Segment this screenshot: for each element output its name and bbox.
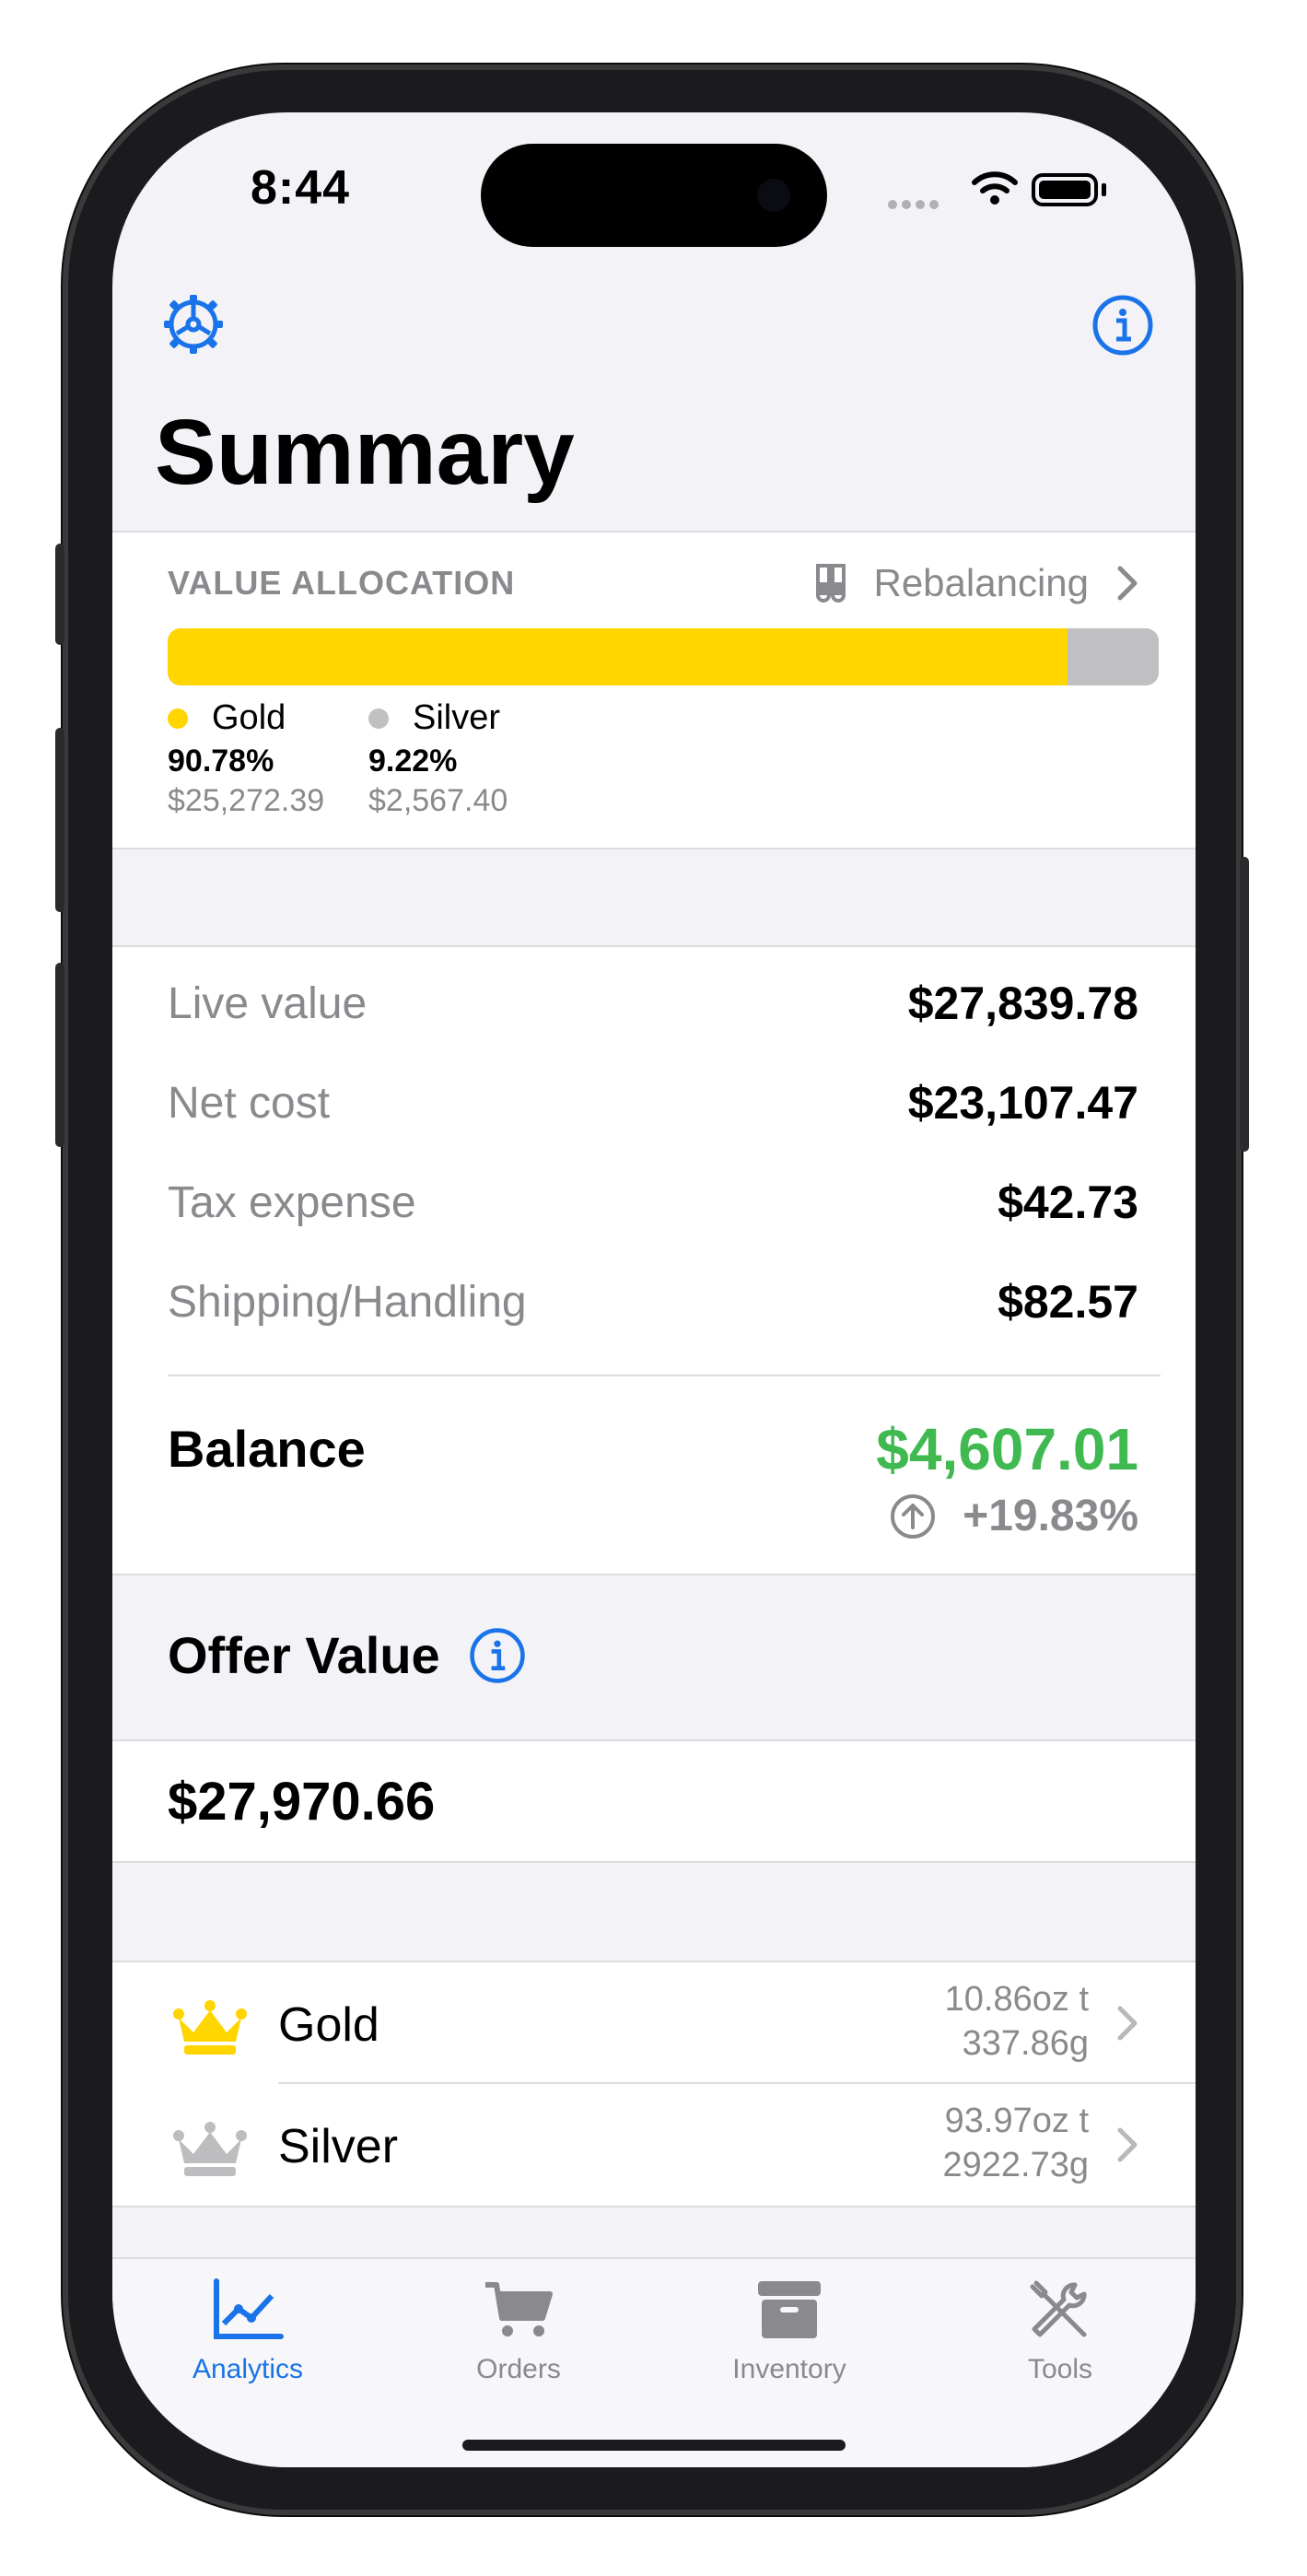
chevron-right-icon bbox=[1117, 2006, 1138, 2041]
balance-percent: +19.83% bbox=[963, 1492, 1138, 1540]
metal-name: Gold bbox=[278, 1998, 379, 2052]
status-time: 8:44 bbox=[251, 161, 351, 215]
volume-down-button bbox=[55, 963, 64, 1147]
legend-gold: Gold 90.78% $25,272.39 bbox=[168, 698, 324, 819]
action-button bbox=[55, 544, 64, 645]
tab-label: Analytics bbox=[192, 2354, 304, 2384]
offer-value-amount: $27,970.66 bbox=[168, 1772, 436, 1832]
rebalancing-label: Rebalancing bbox=[873, 561, 1089, 604]
list-item-silver[interactable]: Silver 93.97oz t 2922.73g bbox=[112, 2084, 1196, 2204]
tab-orders[interactable]: Orders bbox=[383, 2277, 654, 2385]
tab-inventory[interactable]: Inventory bbox=[654, 2277, 925, 2385]
volume-up-button bbox=[55, 728, 64, 912]
metal-grams: 337.86g bbox=[962, 2024, 1089, 2063]
legend-value: $25,272.39 bbox=[168, 783, 325, 818]
tax-expense-value: $42.73 bbox=[998, 1177, 1138, 1228]
tab-tools[interactable]: Tools bbox=[925, 2277, 1196, 2385]
cellular-icon bbox=[888, 197, 943, 214]
cart-icon bbox=[485, 2282, 553, 2336]
tab-label: Tools bbox=[1027, 2354, 1093, 2384]
offer-info-icon[interactable] bbox=[468, 1626, 527, 1685]
chevron-right-icon bbox=[1117, 2127, 1138, 2162]
balance-label: Balance bbox=[168, 1420, 366, 1478]
offer-value-card: $27,970.66 bbox=[112, 1739, 1196, 1863]
balance-change: +19.83% bbox=[889, 1491, 1138, 1541]
section-label: VALUE ALLOCATION bbox=[168, 564, 516, 602]
tab-label: Orders bbox=[476, 2354, 561, 2384]
metals-list: Gold 10.86oz t 337.86g Silver 93.97oz t … bbox=[112, 1961, 1196, 2207]
divider bbox=[168, 1375, 1161, 1376]
legend-name: Gold bbox=[212, 698, 286, 737]
metal-oz: 93.97oz t bbox=[944, 2102, 1089, 2140]
allocation-segment-gold bbox=[168, 628, 1068, 685]
chart-line-icon bbox=[214, 2278, 284, 2339]
test-tubes-icon bbox=[816, 564, 846, 603]
legend-percent: 9.22% bbox=[368, 744, 458, 779]
live-value-label: Live value bbox=[168, 979, 368, 1028]
live-value: $27,839.78 bbox=[907, 978, 1138, 1029]
value-allocation-card: VALUE ALLOCATION Rebalancing Gold 90.78%… bbox=[112, 531, 1196, 849]
side-button bbox=[1240, 857, 1249, 1152]
battery-icon bbox=[1032, 173, 1098, 206]
tax-expense-label: Tax expense bbox=[168, 1178, 416, 1227]
shipping-value: $82.57 bbox=[998, 1276, 1138, 1328]
rebalancing-link[interactable]: Rebalancing bbox=[812, 560, 1140, 606]
crown-icon bbox=[173, 2122, 247, 2176]
tab-label: Inventory bbox=[732, 2354, 846, 2384]
metal-weights: 10.86oz t 337.86g bbox=[945, 1977, 1089, 2066]
screen: 8:44 Summary VALUE ALLOCATION Rebalancin… bbox=[112, 112, 1196, 2467]
legend-name: Silver bbox=[413, 698, 501, 737]
offer-value-title: Offer Value bbox=[168, 1626, 440, 1684]
metal-grams: 2922.73g bbox=[942, 2146, 1090, 2184]
legend-dot-gold bbox=[168, 708, 188, 729]
tab-bar: Analytics Orders Inventory Tools bbox=[112, 2257, 1196, 2467]
net-cost-value: $23,107.47 bbox=[907, 1077, 1138, 1129]
balance-value: $4,607.01 bbox=[876, 1416, 1138, 1482]
list-item-gold[interactable]: Gold 10.86oz t 337.86g bbox=[112, 1962, 1196, 2082]
allocation-bar bbox=[168, 628, 1159, 685]
legend-value: $2,567.40 bbox=[368, 783, 508, 818]
page-title: Summary bbox=[155, 401, 575, 504]
legend-dot-silver bbox=[368, 708, 389, 729]
arrow-up-circle-icon bbox=[891, 1493, 936, 1539]
allocation-segment-silver bbox=[1067, 628, 1159, 685]
wifi-icon bbox=[972, 171, 1018, 205]
metal-weights: 93.97oz t 2922.73g bbox=[943, 2099, 1090, 2187]
chevron-right-icon bbox=[1117, 566, 1138, 601]
settings-gear-icon[interactable] bbox=[158, 289, 228, 359]
legend-silver: Silver 9.22% $2,567.40 bbox=[368, 698, 508, 819]
metal-name: Silver bbox=[278, 2120, 399, 2173]
dynamic-island bbox=[481, 144, 827, 247]
metal-oz: 10.86oz t bbox=[944, 1980, 1089, 2019]
net-cost-label: Net cost bbox=[168, 1079, 331, 1128]
shipping-label: Shipping/Handling bbox=[168, 1278, 527, 1327]
archive-box-icon bbox=[758, 2281, 821, 2338]
offer-value-header: Offer Value bbox=[168, 1625, 527, 1685]
tab-analytics[interactable]: Analytics bbox=[112, 2277, 383, 2385]
totals-card: Live value $27,839.78 Net cost $23,107.4… bbox=[112, 945, 1196, 1575]
legend-percent: 90.78% bbox=[168, 744, 274, 779]
crown-icon bbox=[173, 2000, 247, 2055]
home-indicator bbox=[462, 2440, 846, 2451]
tools-icon bbox=[1030, 2280, 1087, 2337]
info-icon[interactable] bbox=[1091, 293, 1155, 357]
